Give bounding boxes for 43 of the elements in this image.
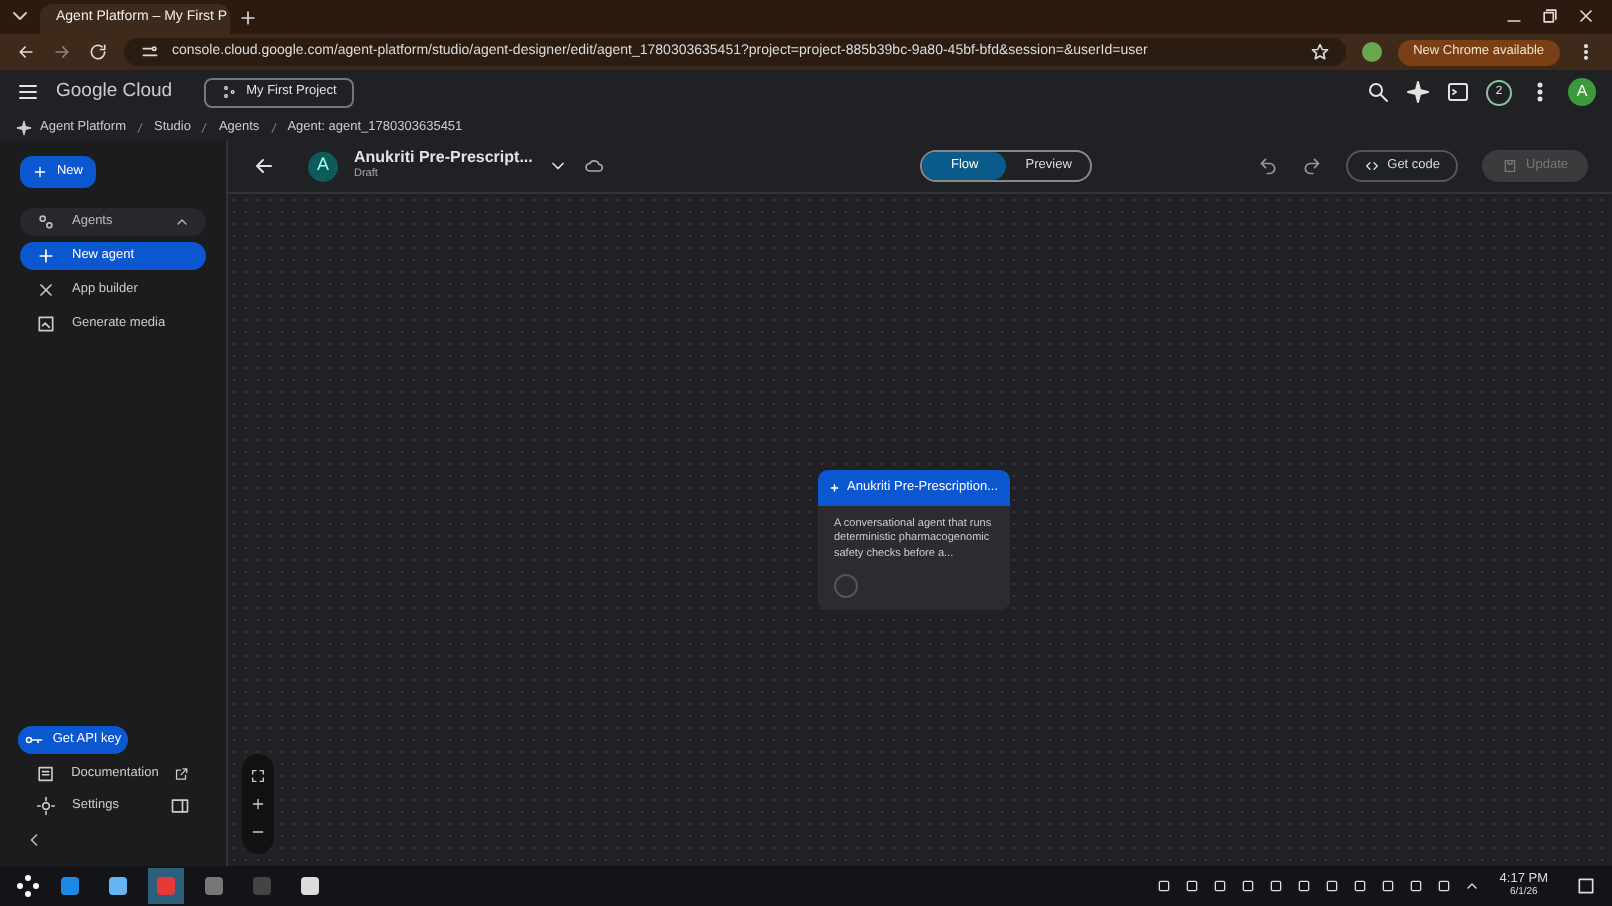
new-tab-icon[interactable]	[238, 8, 258, 28]
site-info-icon	[140, 42, 160, 62]
search-icon[interactable]	[1366, 80, 1390, 104]
product-logo: Google Cloud	[56, 77, 173, 106]
cloud-icon	[584, 156, 605, 176]
sparkle-icon	[830, 480, 839, 496]
redo-icon[interactable]	[1301, 156, 1322, 176]
fit-view-icon[interactable]	[250, 768, 266, 784]
panel-icon	[170, 795, 190, 815]
undo-icon[interactable]	[1257, 156, 1278, 176]
sparkle-icon	[16, 119, 32, 135]
close-icon[interactable]	[1576, 6, 1596, 26]
agent-title[interactable]: Anukriti Pre-Prescript...	[354, 150, 533, 167]
slash-icon	[198, 119, 211, 135]
project-icon	[222, 84, 239, 100]
external-link-icon	[174, 765, 190, 781]
zoom-in-icon[interactable]	[250, 796, 266, 812]
menu-icon[interactable]	[16, 80, 40, 104]
plus-icon	[32, 164, 49, 180]
back-icon[interactable]	[252, 154, 276, 178]
chevron-icon[interactable]	[1463, 878, 1480, 894]
forward-icon[interactable]	[52, 42, 72, 62]
back-icon[interactable]	[16, 42, 36, 62]
agents-icon	[36, 212, 56, 232]
settings-icon	[36, 795, 56, 815]
node-port[interactable]	[834, 574, 858, 599]
sparkle-icon[interactable]	[1406, 80, 1430, 104]
code-icon	[1363, 158, 1380, 174]
reload-icon[interactable]	[88, 42, 108, 62]
user-avatar[interactable]: A	[1568, 78, 1596, 106]
plus-icon	[36, 246, 56, 266]
restore-icon[interactable]	[1540, 6, 1560, 26]
slash-icon	[134, 119, 146, 135]
launcher-icon[interactable]	[16, 874, 40, 898]
slash-icon	[267, 119, 280, 135]
agent-avatar: A	[308, 151, 338, 181]
chevron-icon	[174, 214, 190, 230]
star-icon[interactable]	[1309, 42, 1330, 62]
notification-icon[interactable]	[1576, 876, 1596, 896]
document-icon	[36, 763, 56, 783]
image-icon	[36, 314, 56, 334]
profile-avatar[interactable]	[1361, 42, 1382, 62]
save-icon	[1502, 158, 1519, 174]
